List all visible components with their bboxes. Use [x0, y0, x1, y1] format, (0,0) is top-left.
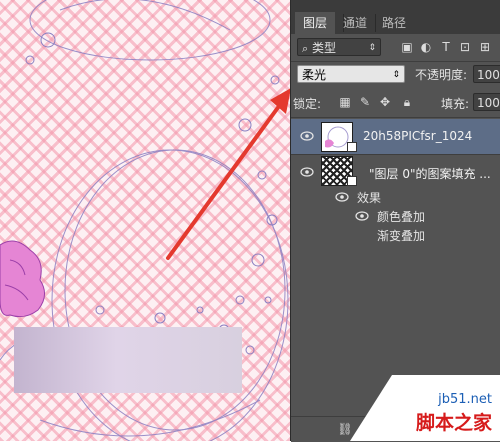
lock-label: 锁定:: [293, 97, 322, 111]
opacity-input[interactable]: 100: [473, 65, 500, 83]
divider: [291, 117, 500, 118]
effects-label[interactable]: 效果: [357, 189, 381, 206]
tab-layers[interactable]: 图层: [295, 12, 336, 34]
tab-paths-label: 路径: [382, 16, 407, 30]
opacity-value: 100: [477, 68, 500, 82]
smart-object-badge-icon: [347, 142, 357, 152]
watermark-domain: jb51.net: [438, 392, 492, 407]
type-filter-icon[interactable]: T: [438, 39, 454, 55]
blend-mode-select[interactable]: 柔光 ⇕: [297, 65, 405, 83]
visibility-eye-icon[interactable]: [355, 211, 369, 221]
filter-kind-label: 类型: [312, 41, 337, 55]
layer-name[interactable]: "图层 0"的图案填充 ...: [369, 165, 491, 182]
visibility-eye-icon[interactable]: [335, 192, 349, 202]
panel-tab-bar: 图层 通道 路径: [291, 0, 500, 34]
tab-paths[interactable]: 路径: [374, 12, 414, 34]
lock-all-icon[interactable]: 🔒︎: [399, 94, 415, 110]
watermark-site-name: 脚本之家: [415, 412, 492, 434]
visibility-eye-icon[interactable]: [300, 131, 314, 141]
divider: [291, 154, 500, 155]
shape-filter-icon[interactable]: ⊡: [457, 39, 473, 55]
effect-color-overlay[interactable]: 颜色叠加: [377, 208, 425, 225]
blend-mode-value: 柔光: [302, 68, 327, 82]
layer-name[interactable]: 20h58PICfsr_1024: [363, 129, 472, 143]
smart-object-badge-icon: [347, 176, 357, 186]
fill-input[interactable]: 100: [473, 93, 500, 111]
chevron-updown-icon: ⇕: [392, 70, 400, 80]
chevron-updown-icon: ⇕: [368, 43, 376, 53]
opacity-label: 不透明度:: [415, 68, 468, 82]
pixel-filter-icon[interactable]: ▣: [399, 39, 415, 55]
search-icon: ⌕: [302, 42, 309, 55]
lock-position-icon[interactable]: ✥: [377, 94, 393, 110]
fill-value: 100: [477, 96, 500, 110]
tab-channels[interactable]: 通道: [335, 12, 375, 34]
fill-label: 填充:: [441, 97, 470, 111]
smart-object-filter-icon[interactable]: ⊞: [477, 39, 493, 55]
tab-layers-label: 图层: [303, 16, 328, 30]
adjustment-filter-icon[interactable]: ◐: [418, 39, 434, 55]
effect-gradient-overlay[interactable]: 渐变叠加: [377, 227, 425, 244]
divider: [291, 61, 500, 62]
lock-image-pixels-icon[interactable]: ✎: [357, 94, 373, 110]
visibility-eye-icon[interactable]: [300, 167, 314, 177]
tab-channels-label: 通道: [343, 16, 368, 30]
layer-filter-kind-select[interactable]: ⌕ 类型 ⇕: [297, 38, 381, 56]
site-watermark: jb51.net 脚本之家: [350, 375, 500, 441]
lock-transparent-pixels-icon[interactable]: ▦: [337, 94, 353, 110]
